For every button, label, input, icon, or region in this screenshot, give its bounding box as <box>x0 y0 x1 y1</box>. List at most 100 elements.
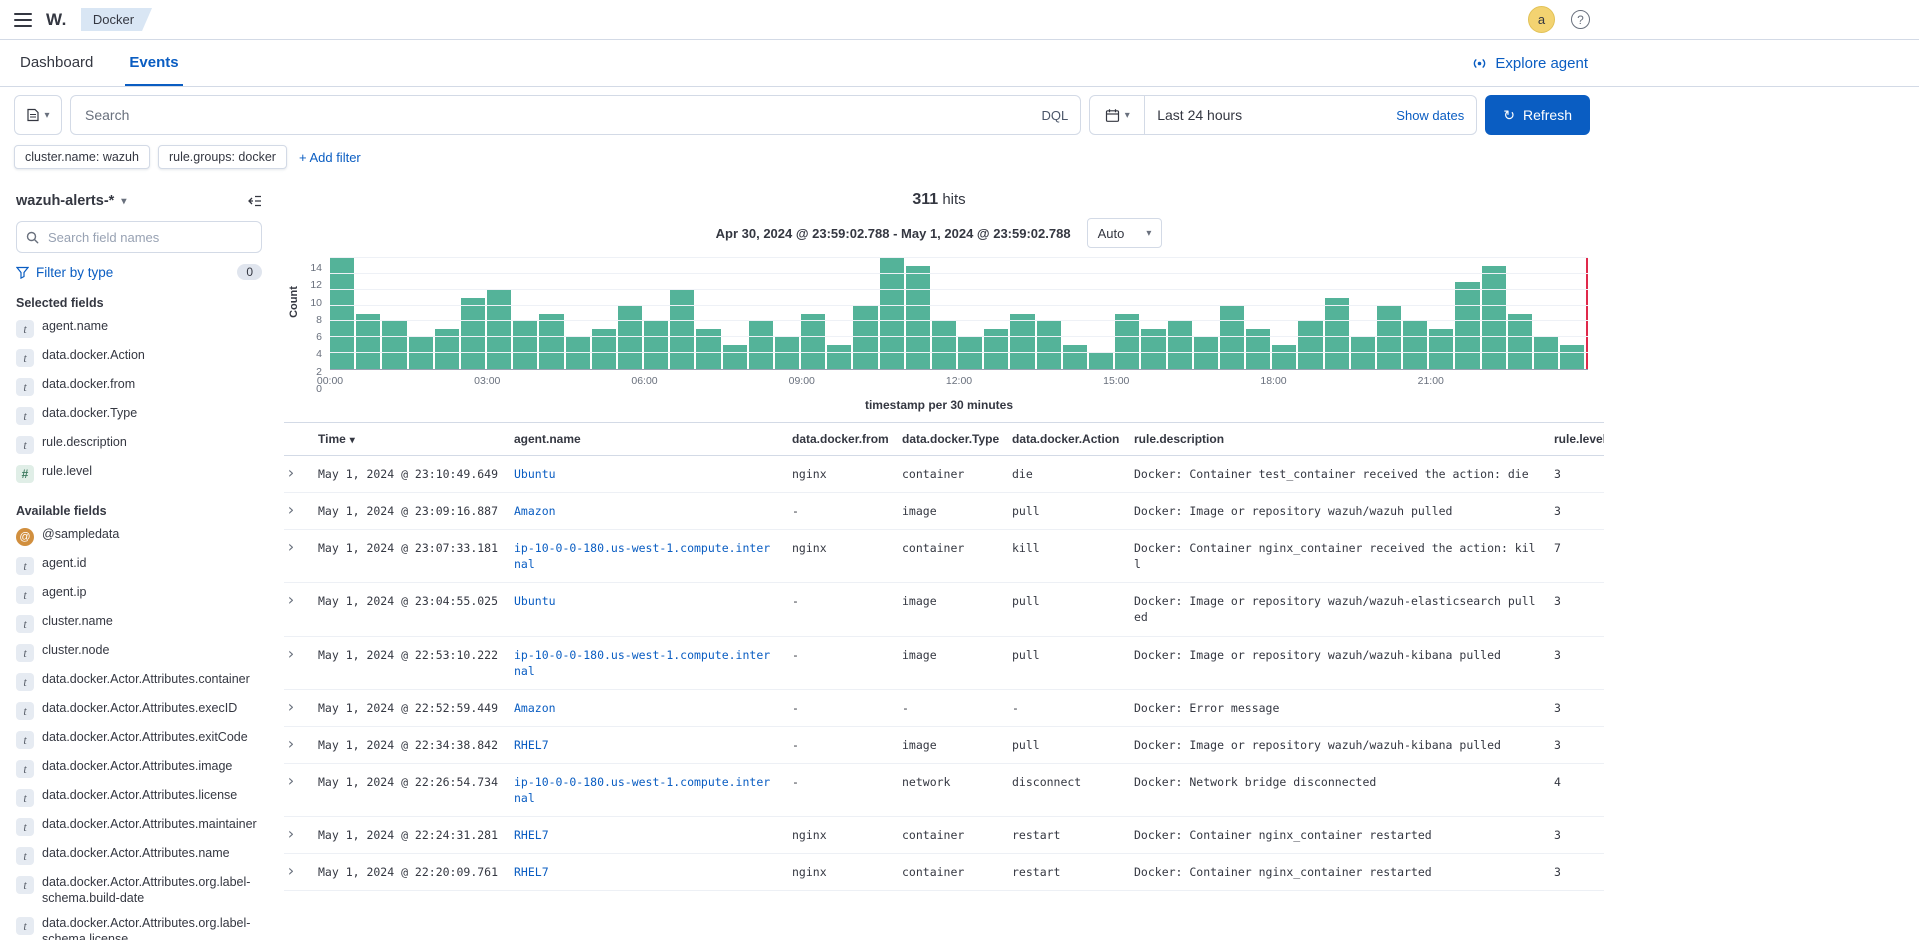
avatar[interactable]: a <box>1528 6 1555 33</box>
expand-row-button[interactable]: › <box>286 828 296 841</box>
explore-agent-button[interactable]: Explore agent <box>1471 40 1588 86</box>
index-pattern-selector[interactable]: wazuh-alerts-* ▾ <box>16 193 126 209</box>
histogram-bar[interactable] <box>749 321 773 369</box>
wazuh-logo[interactable]: W. <box>46 10 67 30</box>
tab-events[interactable]: Events <box>125 40 182 86</box>
field-item-cluster.name[interactable]: tcluster.name <box>16 609 262 638</box>
histogram-bar[interactable] <box>382 321 406 369</box>
help-icon[interactable]: ? <box>1571 10 1590 29</box>
agent-name-link[interactable]: Amazon <box>514 701 556 715</box>
field-item-cluster.node[interactable]: tcluster.node <box>16 638 262 667</box>
expand-row-button[interactable]: › <box>286 467 296 480</box>
histogram-bar[interactable] <box>487 290 511 369</box>
histogram-bar[interactable] <box>1482 266 1506 369</box>
histogram-bar[interactable] <box>1429 329 1453 369</box>
field-item-agent.id[interactable]: tagent.id <box>16 551 262 580</box>
histogram-bar[interactable] <box>827 345 851 369</box>
histogram-bar[interactable] <box>670 290 694 369</box>
expand-row-button[interactable]: › <box>286 648 296 661</box>
filter-pill[interactable]: rule.groups: docker <box>158 145 287 169</box>
menu-icon[interactable] <box>14 13 32 27</box>
field-item-data.docker.Actor.Attributes.maintainer[interactable]: tdata.docker.Actor.Attributes.maintainer <box>16 812 262 841</box>
field-item-rule.level[interactable]: #rule.level <box>16 459 262 488</box>
breadcrumb[interactable]: Docker <box>81 8 152 31</box>
add-filter-button[interactable]: + Add filter <box>299 150 361 165</box>
histogram-bar[interactable] <box>644 321 668 369</box>
histogram-bar[interactable] <box>1325 298 1349 369</box>
time-range-value[interactable]: Last 24 hours <box>1157 107 1242 123</box>
histogram-bar[interactable] <box>1298 321 1322 369</box>
histogram-bar[interactable] <box>696 329 720 369</box>
filter-pill[interactable]: cluster.name: wazuh <box>14 145 150 169</box>
field-item-data.docker.Actor.Attributes.org.label-schema.build-date[interactable]: tdata.docker.Actor.Attributes.org.label-… <box>16 870 262 911</box>
histogram-bar[interactable] <box>1037 321 1061 369</box>
column-header-Time[interactable]: Time▾ <box>310 423 506 456</box>
histogram-bar[interactable] <box>1063 345 1087 369</box>
histogram-bar[interactable] <box>1560 345 1584 369</box>
expand-row-button[interactable]: › <box>286 775 296 788</box>
histogram-bar[interactable] <box>592 329 616 369</box>
field-search-input[interactable] <box>46 229 252 246</box>
histogram-bar[interactable] <box>723 345 747 369</box>
histogram-bar[interactable] <box>1508 314 1532 370</box>
field-item-data.docker.Actor.Attributes.org.label-schema.license[interactable]: tdata.docker.Actor.Attributes.org.label-… <box>16 911 262 940</box>
histogram-bar[interactable] <box>1141 329 1165 369</box>
refresh-button[interactable]: ↻ Refresh <box>1485 95 1590 135</box>
histogram-bar[interactable] <box>435 329 459 369</box>
interval-select[interactable]: Auto ▾ <box>1087 218 1163 248</box>
date-picker-button[interactable]: ▾ <box>1089 95 1145 135</box>
expand-row-button[interactable]: › <box>286 738 296 751</box>
agent-name-link[interactable]: RHEL7 <box>514 865 549 879</box>
field-item-@sampledata[interactable]: @@sampledata <box>16 522 262 551</box>
histogram-bar[interactable] <box>1089 353 1113 369</box>
dql-label[interactable]: DQL <box>1042 108 1069 123</box>
histogram-bar[interactable] <box>539 314 563 370</box>
field-item-data.docker.Actor.Attributes.exitCode[interactable]: tdata.docker.Actor.Attributes.exitCode <box>16 725 262 754</box>
field-item-agent.name[interactable]: tagent.name <box>16 314 262 343</box>
show-dates-button[interactable]: Show dates <box>1396 108 1464 123</box>
filter-by-type-button[interactable]: Filter by type <box>16 265 113 280</box>
field-item-data.docker.Actor.Attributes.image[interactable]: tdata.docker.Actor.Attributes.image <box>16 754 262 783</box>
agent-name-link[interactable]: ip-10-0-0-180.us-west-1.compute.internal <box>514 648 770 678</box>
expand-row-button[interactable]: › <box>286 541 296 554</box>
agent-name-link[interactable]: ip-10-0-0-180.us-west-1.compute.internal <box>514 775 770 805</box>
histogram-bar[interactable] <box>906 266 930 369</box>
tab-dashboard[interactable]: Dashboard <box>16 40 97 86</box>
field-item-data.docker.Actor.Attributes.container[interactable]: tdata.docker.Actor.Attributes.container <box>16 667 262 696</box>
histogram-bar[interactable] <box>984 329 1008 369</box>
expand-row-button[interactable]: › <box>286 865 296 878</box>
histogram-bar[interactable] <box>1455 282 1479 369</box>
histogram-bar[interactable] <box>932 321 956 369</box>
column-header-rule.description[interactable]: rule.description <box>1126 423 1546 456</box>
column-header-data.docker.Type[interactable]: data.docker.Type <box>894 423 1004 456</box>
histogram-bar[interactable] <box>1010 314 1034 370</box>
column-header-agent.name[interactable]: agent.name <box>506 423 784 456</box>
search-input[interactable] <box>83 106 1034 124</box>
agent-name-link[interactable]: Amazon <box>514 504 556 518</box>
histogram-bar[interactable] <box>1403 321 1427 369</box>
agent-name-link[interactable]: Ubuntu <box>514 467 556 481</box>
plot-area[interactable] <box>330 258 1588 370</box>
histogram-bar[interactable] <box>1168 321 1192 369</box>
field-item-data.docker.from[interactable]: tdata.docker.from <box>16 372 262 401</box>
expand-row-button[interactable]: › <box>286 504 296 517</box>
expand-row-button[interactable]: › <box>286 594 296 607</box>
field-item-agent.ip[interactable]: tagent.ip <box>16 580 262 609</box>
histogram-bar[interactable] <box>1246 329 1270 369</box>
field-item-data.docker.Type[interactable]: tdata.docker.Type <box>16 401 262 430</box>
field-item-data.docker.Actor.Attributes.execID[interactable]: tdata.docker.Actor.Attributes.execID <box>16 696 262 725</box>
column-header-data.docker.Action[interactable]: data.docker.Action <box>1004 423 1126 456</box>
agent-name-link[interactable]: RHEL7 <box>514 828 549 842</box>
agent-name-link[interactable]: Ubuntu <box>514 594 556 608</box>
histogram-bar[interactable] <box>801 314 825 370</box>
expand-row-button[interactable]: › <box>286 701 296 714</box>
field-item-data.docker.Actor.Attributes.license[interactable]: tdata.docker.Actor.Attributes.license <box>16 783 262 812</box>
field-item-data.docker.Action[interactable]: tdata.docker.Action <box>16 343 262 372</box>
histogram-bar[interactable] <box>356 314 380 370</box>
collapse-sidebar-icon[interactable] <box>246 193 262 209</box>
field-item-rule.description[interactable]: trule.description <box>16 430 262 459</box>
column-header-rule.level[interactable]: rule.level <box>1546 423 1604 456</box>
histogram-bar[interactable] <box>1115 314 1139 370</box>
agent-name-link[interactable]: RHEL7 <box>514 738 549 752</box>
histogram-bar[interactable] <box>1272 345 1296 369</box>
